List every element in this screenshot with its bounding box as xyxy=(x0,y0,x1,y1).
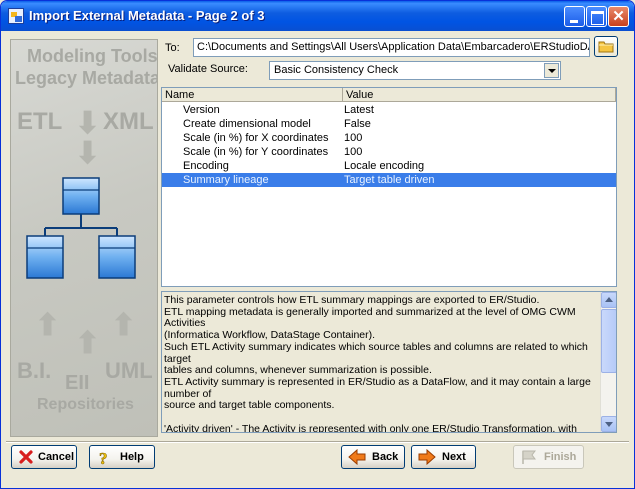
validate-source-select[interactable]: Basic Consistency Check xyxy=(269,61,561,80)
row-value[interactable]: 100 xyxy=(344,145,362,159)
maximize-button[interactable] xyxy=(586,6,607,27)
grid-header: Name Value xyxy=(162,88,616,102)
chevron-down-icon[interactable] xyxy=(544,63,559,78)
close-button[interactable]: ✕ xyxy=(608,6,629,27)
arrow-right-icon xyxy=(418,449,436,465)
scroll-up-icon[interactable] xyxy=(601,292,616,308)
cancel-button[interactable]: Cancel xyxy=(11,445,77,469)
cancel-label: Cancel xyxy=(38,451,75,463)
scroll-thumb[interactable] xyxy=(601,309,616,373)
table-row-selected[interactable]: Summary lineage Target table driven xyxy=(162,173,616,187)
back-label: Back xyxy=(372,451,399,463)
folder-icon xyxy=(598,41,614,53)
validate-source-value: Basic Consistency Check xyxy=(274,64,399,76)
to-path-field[interactable]: C:\Documents and Settings\All Users\Appl… xyxy=(193,38,590,57)
column-header-name[interactable]: Name xyxy=(162,88,343,102)
wizard-banner: Modeling Tools Legacy Metadata ETL XML ⬇… xyxy=(10,39,158,437)
next-label: Next xyxy=(442,451,466,463)
row-name: Summary lineage xyxy=(183,174,269,186)
help-label: Help xyxy=(120,451,144,463)
table-row[interactable]: Version Latest xyxy=(162,103,616,117)
table-row[interactable]: Encoding Locale encoding xyxy=(162,159,616,173)
parameter-description: This parameter controls how ETL summary … xyxy=(161,291,617,433)
row-value[interactable]: Latest xyxy=(344,103,374,117)
description-scrollbar[interactable] xyxy=(600,292,616,432)
table-row[interactable]: Create dimensional model False xyxy=(162,117,616,131)
title-bar[interactable]: Import External Metadata - Page 2 of 3 ✕ xyxy=(1,1,634,31)
table-row[interactable]: Scale (in %) for Y coordinates 100 xyxy=(162,145,616,159)
help-button[interactable]: ? Help xyxy=(89,445,155,469)
row-name: Scale (in %) for Y coordinates xyxy=(183,146,329,158)
divider xyxy=(6,441,629,443)
column-header-value[interactable]: Value xyxy=(343,88,616,102)
back-button[interactable]: Back xyxy=(341,445,405,469)
svg-text:?: ? xyxy=(99,449,108,466)
row-name: Encoding xyxy=(183,160,229,172)
red-x-icon xyxy=(19,450,33,464)
row-name: Create dimensional model xyxy=(183,118,311,130)
parameters-grid: Name Value Version Latest Create dimensi… xyxy=(161,87,617,287)
finish-button[interactable]: Finish xyxy=(513,445,584,469)
row-name: Scale (in %) for X coordinates xyxy=(183,132,329,144)
browse-button[interactable] xyxy=(594,36,618,57)
description-text: This parameter controls how ETL summary … xyxy=(164,294,591,433)
validate-source-label: Validate Source: xyxy=(168,63,248,75)
row-value[interactable]: 100 xyxy=(344,131,362,145)
next-button[interactable]: Next xyxy=(411,445,476,469)
import-metadata-window: Import External Metadata - Page 2 of 3 ✕… xyxy=(0,0,635,489)
banner-bi: B.I. xyxy=(17,358,52,383)
close-icon: ✕ xyxy=(612,8,625,25)
row-value[interactable]: Locale encoding xyxy=(344,159,424,173)
minimize-button[interactable] xyxy=(564,6,585,27)
question-mark-icon: ? xyxy=(99,449,108,466)
window-title: Import External Metadata - Page 2 of 3 xyxy=(29,8,265,23)
arrow-left-icon xyxy=(348,449,366,465)
banner-eii: EII xyxy=(65,372,90,394)
app-icon xyxy=(8,8,24,24)
table-row[interactable]: Scale (in %) for X coordinates 100 xyxy=(162,131,616,145)
finish-flag-icon xyxy=(522,450,536,464)
to-label: To: xyxy=(165,42,180,54)
row-value[interactable]: Target table driven xyxy=(344,173,435,187)
finish-label: Finish xyxy=(544,451,577,463)
banner-uml: UML xyxy=(105,358,153,383)
scroll-down-icon[interactable] xyxy=(601,416,616,432)
row-value[interactable]: False xyxy=(344,117,371,131)
row-name: Version xyxy=(183,104,220,116)
banner-repositories: Repositories xyxy=(37,396,134,413)
